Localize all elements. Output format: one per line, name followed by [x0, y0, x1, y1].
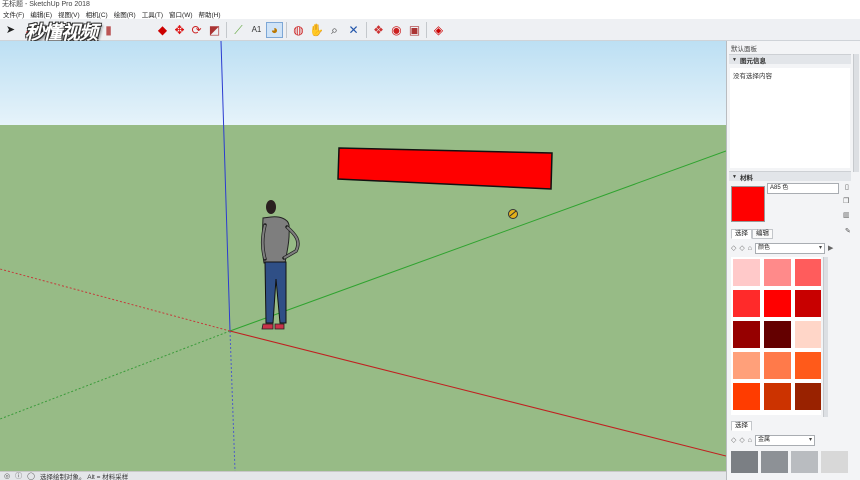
tab-edit[interactable]: 编辑	[752, 229, 773, 239]
swatch[interactable]	[764, 321, 791, 348]
material-palette	[731, 257, 821, 415]
zoom-extents-icon[interactable]: ✕	[345, 22, 362, 38]
tray-title: 默认面板	[731, 46, 757, 53]
watermark-logo: 秒懂视频	[25, 21, 98, 44]
swatch[interactable]	[733, 290, 760, 317]
zoom-tool-icon[interactable]: ⌕	[326, 22, 343, 38]
swatch[interactable]	[733, 259, 760, 286]
menu-help[interactable]: 帮助(H)	[196, 9, 224, 19]
menu-window[interactable]: 窗口(W)	[166, 9, 195, 19]
sky	[0, 41, 726, 125]
sample-paint-icon[interactable]: ▥	[843, 211, 850, 219]
window-title: 无标题 - SketchUp Pro 2018	[2, 1, 90, 8]
scene-canvas[interactable]	[0, 41, 726, 471]
display-secondary-icon[interactable]: ▯	[845, 183, 849, 191]
swatch[interactable]	[764, 352, 791, 379]
texture-swatch[interactable]	[731, 451, 758, 473]
warehouse-icon[interactable]: ❖	[370, 22, 387, 38]
swatch[interactable]	[795, 352, 821, 379]
swatch[interactable]	[795, 383, 821, 410]
entity-info-header[interactable]: ▼ 图元信息	[729, 54, 851, 65]
texture-swatch[interactable]	[821, 451, 848, 473]
pan-tool-icon[interactable]: ✋	[308, 22, 325, 38]
swatch[interactable]	[795, 290, 821, 317]
orbit-tool-icon[interactable]: ◍	[290, 22, 307, 38]
main-toolbar: ➤ ▰ ▮ ◆ ✥ ⟳ ◩ ⟋ A1 ◕ ◍ ✋ ⌕ ✕ ❖ ◉ ▣ ◈	[0, 19, 860, 41]
texture-swatch[interactable]	[761, 451, 788, 473]
push-pull-tool-icon[interactable]: ◆	[154, 22, 171, 38]
collapse-arrow-icon: ▼	[732, 173, 737, 180]
texture-swatch[interactable]	[791, 451, 818, 473]
credits-icon[interactable]: ⓘ	[15, 471, 22, 480]
back-icon[interactable]: ◇	[731, 436, 736, 444]
materials-nav-row: ◇ ◇ ⌂ 颜色 ▶	[731, 242, 833, 254]
default-tray-panel: 默认面板 ▼ 图元信息 没有选择内容 ▼ 材料 A85 色 ▯ ❒ ▥ 选择 编…	[726, 41, 860, 480]
scale-tool-icon[interactable]: ◩	[206, 22, 223, 38]
collapse-arrow-icon: ▼	[732, 56, 737, 63]
materials-title: 材料	[739, 174, 753, 182]
home-icon[interactable]: ⌂	[748, 245, 752, 252]
paint-tool-icon[interactable]: ▮	[100, 22, 117, 38]
forward-icon[interactable]: ◇	[739, 436, 744, 444]
materials-header[interactable]: ▼ 材料	[729, 171, 851, 182]
user-icon[interactable]: ◯	[27, 472, 35, 480]
entity-info-empty: 没有选择内容	[733, 73, 772, 80]
swatch[interactable]	[795, 259, 821, 286]
menu-file[interactable]: 文件(F)	[0, 9, 27, 19]
menu-tools[interactable]: 工具(T)	[139, 9, 166, 19]
rotate-tool-icon[interactable]: ⟳	[188, 22, 205, 38]
tape-measure-icon[interactable]: ⟋	[230, 22, 247, 38]
collection-select[interactable]: 颜色	[755, 242, 826, 254]
current-material-swatch[interactable]	[731, 186, 765, 222]
tab-select-secondary[interactable]: 选择	[731, 421, 752, 431]
secondary-collection-select[interactable]: 金属	[755, 434, 816, 446]
secondary-nav-row: ◇ ◇ ⌂ 金属	[731, 434, 816, 446]
forward-icon[interactable]: ◇	[739, 244, 744, 252]
3d-viewport[interactable]	[0, 41, 726, 471]
swatch[interactable]	[733, 352, 760, 379]
entity-info-title: 图元信息	[739, 57, 766, 65]
menu-bar: 文件(F) 编辑(E) 视图(V) 相机(C) 绘图(R) 工具(T) 窗口(W…	[0, 8, 860, 19]
swatch[interactable]	[764, 259, 791, 286]
entity-scrollbar[interactable]	[853, 54, 859, 172]
status-bar: ◎ ⓘ ◯ 选择绘制对象。 Alt = 材料采样	[0, 471, 726, 480]
entity-info-content	[730, 68, 850, 168]
material-name-field[interactable]: A85 色	[767, 183, 839, 194]
text-tool-icon[interactable]: A1	[248, 22, 265, 38]
swatch[interactable]	[733, 383, 760, 410]
swatch[interactable]	[733, 321, 760, 348]
back-icon[interactable]: ◇	[731, 244, 736, 252]
share-model-icon[interactable]: ▣	[406, 22, 423, 38]
extension-warehouse-icon[interactable]: ◈	[430, 22, 447, 38]
status-text: 选择绘制对象。 Alt = 材料采样	[39, 474, 129, 480]
geo-location-icon[interactable]: ◎	[4, 472, 10, 480]
menu-draw[interactable]: 绘图(R)	[111, 9, 139, 19]
select-tool-icon[interactable]: ➤	[2, 22, 19, 38]
paint-bucket-cursor	[508, 209, 518, 219]
palette-scrollbar[interactable]	[823, 257, 828, 417]
details-arrow-icon[interactable]: ▶	[828, 244, 833, 252]
create-material-icon[interactable]: ❒	[843, 197, 849, 205]
move-tool-icon[interactable]: ✥	[171, 22, 188, 38]
title-bar: 无标题 - SketchUp Pro 2018	[0, 0, 860, 8]
eyedropper-icon[interactable]: ✎	[845, 227, 851, 235]
paint-bucket-icon[interactable]: ◕	[266, 22, 283, 38]
swatch[interactable]	[764, 383, 791, 410]
home-icon[interactable]: ⌂	[748, 437, 752, 444]
texture-swatches	[731, 451, 857, 477]
swatch[interactable]	[795, 321, 821, 348]
swatch[interactable]	[764, 290, 791, 317]
tab-select[interactable]: 选择	[731, 229, 752, 239]
components-icon[interactable]: ◉	[388, 22, 405, 38]
